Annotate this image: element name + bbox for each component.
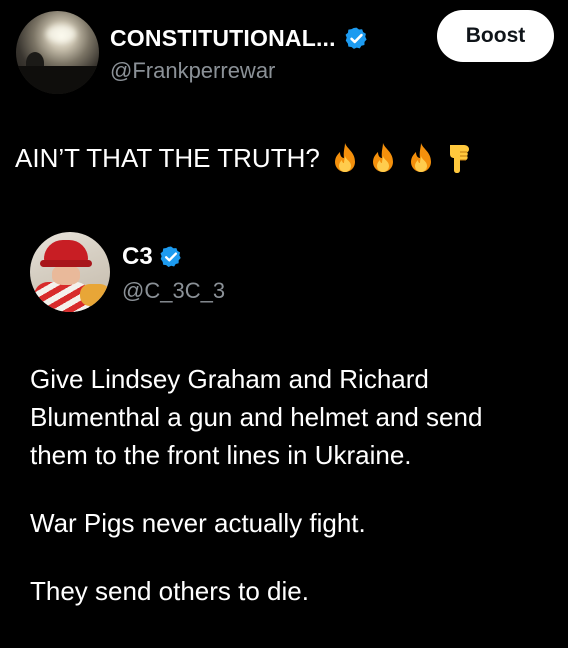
quoted-author-name-row[interactable]: C3 bbox=[122, 242, 183, 272]
fire-emoji-icon bbox=[372, 143, 393, 172]
boost-button[interactable]: Boost bbox=[437, 10, 554, 62]
quoted-author-avatar[interactable] bbox=[30, 232, 110, 312]
author-name-row[interactable]: CONSTITUTIONAL... bbox=[110, 22, 369, 54]
post-header: CONSTITUTIONAL... @Frankperrewar Boost bbox=[0, 0, 568, 100]
author-display-name[interactable]: CONSTITUTIONAL... bbox=[110, 25, 336, 52]
quoted-author-handle[interactable]: @C_3C_3 bbox=[122, 278, 225, 304]
quoted-post-paragraph: War Pigs never actually fight. bbox=[30, 508, 366, 538]
verified-badge-icon bbox=[160, 246, 181, 267]
verified-badge-icon bbox=[345, 27, 367, 49]
quoted-author-display-name[interactable]: C3 bbox=[122, 243, 153, 271]
author-handle[interactable]: @Frankperrewar bbox=[110, 58, 275, 84]
fire-emoji-icon bbox=[334, 143, 355, 172]
fire-emoji-icon bbox=[410, 143, 431, 172]
author-avatar[interactable] bbox=[16, 11, 99, 94]
quoted-post-paragraph: They send others to die. bbox=[30, 576, 309, 606]
post-text-content: AIN’T THAT THE TRUTH? bbox=[15, 142, 320, 173]
post-emojis bbox=[330, 142, 472, 174]
quoted-post-body: Give Lindsey Graham and Richard Blumenth… bbox=[30, 360, 560, 640]
pointing-down-hand-icon bbox=[449, 145, 469, 173]
post-text: AIN’T THAT THE TRUTH? bbox=[15, 142, 472, 174]
quoted-post-paragraph: Give Lindsey Graham and Richard Blumenth… bbox=[30, 364, 483, 470]
